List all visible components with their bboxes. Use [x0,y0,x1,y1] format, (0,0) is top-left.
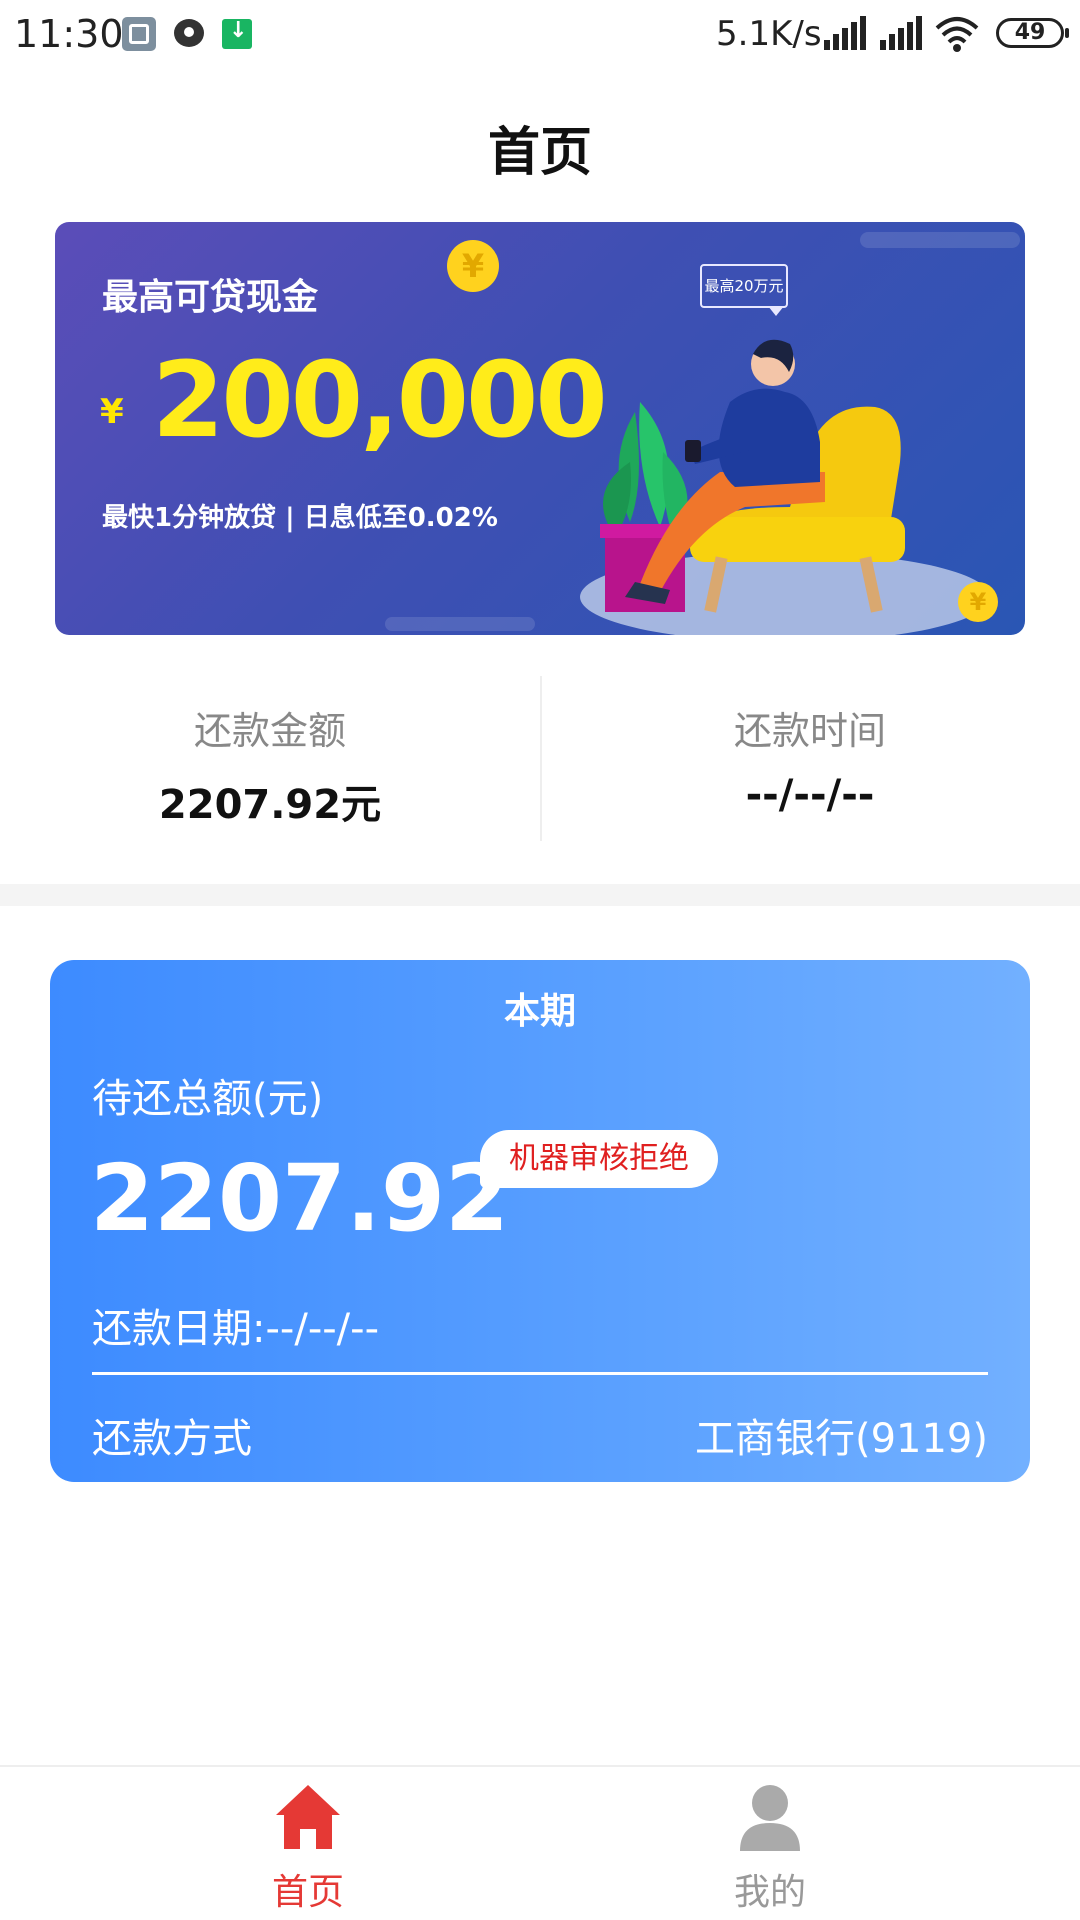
repay-date: 还款日期:--/--/-- [92,1306,380,1352]
banner-amount: 200,000 [152,339,608,461]
repay-time-value: --/--/-- [745,772,875,818]
repay-method-value[interactable]: 工商银行(9119) [695,1406,988,1464]
banner-decoration [385,617,535,631]
signal-icon [824,16,868,50]
current-period-card[interactable]: 本期 待还总额(元) 2207.92 机器审核拒绝 还款日期:--/--/-- … [50,960,1030,1482]
total-due-amount: 2207.92 [90,1145,510,1252]
banner-subline: 最快1分钟放贷 | 日息低至0.02% [102,503,498,533]
banner-headline: 最高可贷现金 [102,277,319,318]
hd-signal-icon [880,16,924,50]
banner-currency: ¥ [100,392,124,432]
page-title: 首页 [487,123,592,183]
status-badge: 机器审核拒绝 [480,1130,718,1188]
wifi-icon [935,17,979,52]
home-icon [276,1785,340,1849]
nav-item-mine[interactable]: 我的 [670,1767,870,1920]
summary-divider [540,676,542,841]
app-screen: 11:30 5.1K/s 49 首页 [0,0,1080,1920]
status-time: 11:30 [14,12,124,56]
section-divider [0,884,1080,906]
gallery-icon [122,17,156,51]
repay-method-label: 还款方式 [92,1416,252,1462]
chat-icon [172,17,206,51]
user-icon [740,1785,800,1851]
coin-icon: ¥ [958,582,998,622]
repay-amount-label: 还款金额 [193,709,346,753]
promo-banner[interactable]: 最高可贷现金 ¥ ¥ 200,000 最快1分钟放贷 | 日息低至0.02% 最… [55,222,1025,635]
repay-time-label: 还款时间 [733,709,886,753]
bottom-nav: 首页 我的 [0,1765,1080,1920]
period-title: 本期 [503,991,576,1032]
status-bar: 11:30 5.1K/s 49 [0,0,1080,70]
nav-item-home[interactable]: 首页 [208,1767,408,1920]
total-due-label: 待还总额(元) [92,1076,324,1122]
nav-label-home: 首页 [271,1872,344,1913]
repay-amount-block: 还款金额 2207.92元 [0,676,540,841]
battery-icon: 49 [996,18,1069,48]
repay-amount-value: 2207.92元 [158,782,382,828]
net-speed: 5.1K/s [716,14,822,54]
banner-decoration [860,232,1020,248]
coin-icon: ¥ [447,240,499,292]
person-on-couch-illustration [580,339,990,635]
nav-label-mine: 我的 [733,1872,806,1913]
card-divider [92,1372,988,1375]
repay-time-block: 还款时间 --/--/-- [540,676,1080,841]
download-icon [222,18,252,49]
